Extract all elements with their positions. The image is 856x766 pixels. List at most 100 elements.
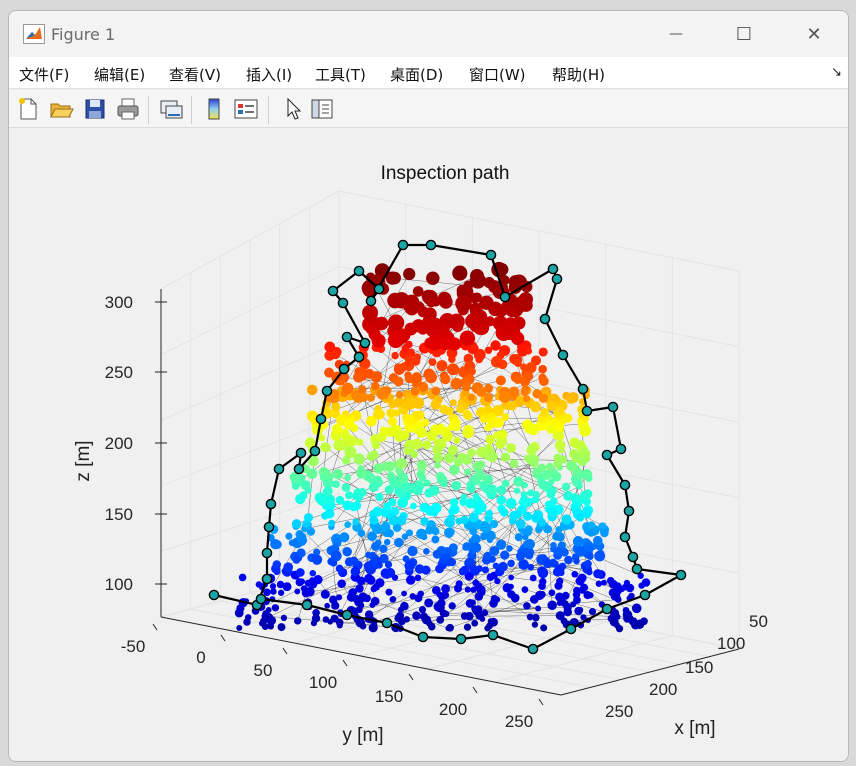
inspection-point	[481, 566, 489, 574]
title-bar[interactable]: Figure 1 — ☐ ✕	[9, 11, 848, 57]
inspection-point	[447, 514, 456, 523]
inspection-point	[331, 402, 341, 412]
inspection-point	[349, 556, 359, 566]
new-figure-icon[interactable]	[15, 96, 41, 122]
maximize-button[interactable]: ☐	[721, 19, 767, 49]
inspection-point	[594, 550, 606, 562]
inspection-point	[434, 461, 441, 469]
inspection-point	[487, 484, 497, 494]
inspection-point	[514, 533, 523, 542]
inspection-point	[414, 564, 425, 574]
inspection-point	[487, 416, 500, 428]
inspection-point	[388, 271, 401, 285]
inspection-point	[280, 614, 288, 622]
property-inspector-icon[interactable]	[309, 96, 335, 122]
figure-canvas[interactable]: 100 150 200 250 300 -50 0 50 100 150 200 250 50 100 15…	[9, 129, 849, 762]
legend-icon[interactable]	[233, 96, 259, 122]
inspection-point	[332, 469, 343, 480]
y-tick	[152, 623, 158, 631]
inspection-point	[447, 337, 462, 351]
inspection-point	[431, 386, 441, 396]
menu-file[interactable]: 文件(F)	[19, 64, 69, 85]
matlab-logo-icon	[23, 24, 45, 44]
toolbar-toggle-icon[interactable]: ↘	[831, 65, 842, 80]
inspection-point	[329, 595, 338, 604]
inspection-point	[460, 565, 470, 575]
waypoint-marker	[557, 349, 569, 361]
waypoint-marker	[619, 479, 631, 491]
inspection-point	[495, 375, 506, 386]
waypoint-marker	[485, 249, 497, 261]
inspection-point	[393, 363, 404, 374]
pointer-icon[interactable]	[280, 96, 306, 122]
inspection-point	[478, 446, 487, 455]
inspection-point	[630, 617, 638, 624]
inspection-point	[564, 555, 573, 565]
minimize-button[interactable]: —	[653, 19, 699, 49]
inspection-point	[295, 493, 306, 505]
inspection-point	[509, 510, 519, 521]
inspection-point	[575, 546, 586, 557]
y-tick-label: 100	[309, 673, 337, 692]
close-button[interactable]: ✕	[791, 19, 837, 49]
inspection-point	[414, 410, 425, 421]
menu-help[interactable]: 帮助(H)	[552, 64, 605, 85]
inspection-point	[295, 578, 304, 587]
z-tick-label: 250	[105, 363, 133, 382]
inspection-point	[368, 482, 379, 493]
menu-bar: 文件(F) 编辑(E) 查看(V) 插入(I) 工具(T) 桌面(D) 窗口(W…	[9, 57, 848, 89]
inspection-point	[527, 563, 535, 571]
print-icon[interactable]	[115, 96, 141, 122]
inspection-point	[527, 489, 535, 497]
waypoint-marker	[623, 505, 635, 517]
inspection-point	[524, 347, 533, 355]
menu-tools[interactable]: 工具(T)	[315, 64, 366, 85]
inspection-point	[529, 574, 537, 582]
menu-edit[interactable]: 编辑(E)	[94, 64, 145, 85]
inspection-point	[395, 390, 404, 399]
inspection-point	[397, 617, 406, 626]
inspection-point	[583, 591, 592, 600]
inspection-point	[499, 508, 509, 517]
open-file-icon[interactable]	[48, 96, 74, 122]
waypoint-marker	[487, 629, 499, 641]
axes-3d[interactable]: 100150200250300-500501001502002505010015…	[9, 129, 849, 762]
inspection-point	[556, 599, 563, 607]
inspection-point	[574, 495, 582, 503]
inspection-point	[403, 298, 419, 314]
inspection-point	[373, 463, 384, 474]
toolbar-separator	[191, 96, 192, 124]
menu-window[interactable]: 窗口(W)	[469, 64, 526, 85]
inspection-point	[447, 444, 459, 456]
inspection-point	[540, 624, 548, 632]
inspection-point	[236, 624, 243, 632]
inspection-point	[385, 588, 393, 596]
inspection-point	[476, 387, 487, 397]
x-tick-label: 250	[605, 702, 633, 721]
waypoint-marker	[261, 547, 273, 559]
inspection-point	[547, 600, 557, 611]
link-plot-icon[interactable]	[158, 96, 184, 122]
inspection-point	[505, 497, 517, 509]
inspection-point	[401, 590, 407, 597]
inspection-point	[548, 589, 556, 597]
inspection-point	[506, 545, 513, 552]
waypoint-marker	[341, 331, 353, 343]
waypoint-marker	[337, 297, 349, 309]
colorbar-icon[interactable]	[201, 96, 227, 122]
inspection-point	[523, 395, 531, 403]
inspection-point	[357, 529, 366, 537]
inspection-point	[337, 579, 346, 589]
menu-insert[interactable]: 插入(I)	[246, 64, 292, 85]
inspection-point	[504, 320, 519, 335]
inspection-point	[456, 284, 469, 297]
inspection-point	[501, 479, 510, 488]
waypoint-marker	[338, 363, 350, 375]
menu-view[interactable]: 查看(V)	[169, 64, 221, 85]
waypoint-marker	[551, 273, 563, 285]
menu-desktop[interactable]: 桌面(D)	[390, 64, 443, 85]
save-icon[interactable]	[82, 96, 108, 122]
inspection-point	[424, 598, 434, 608]
inspection-point	[538, 582, 546, 590]
inspection-point	[571, 570, 579, 578]
